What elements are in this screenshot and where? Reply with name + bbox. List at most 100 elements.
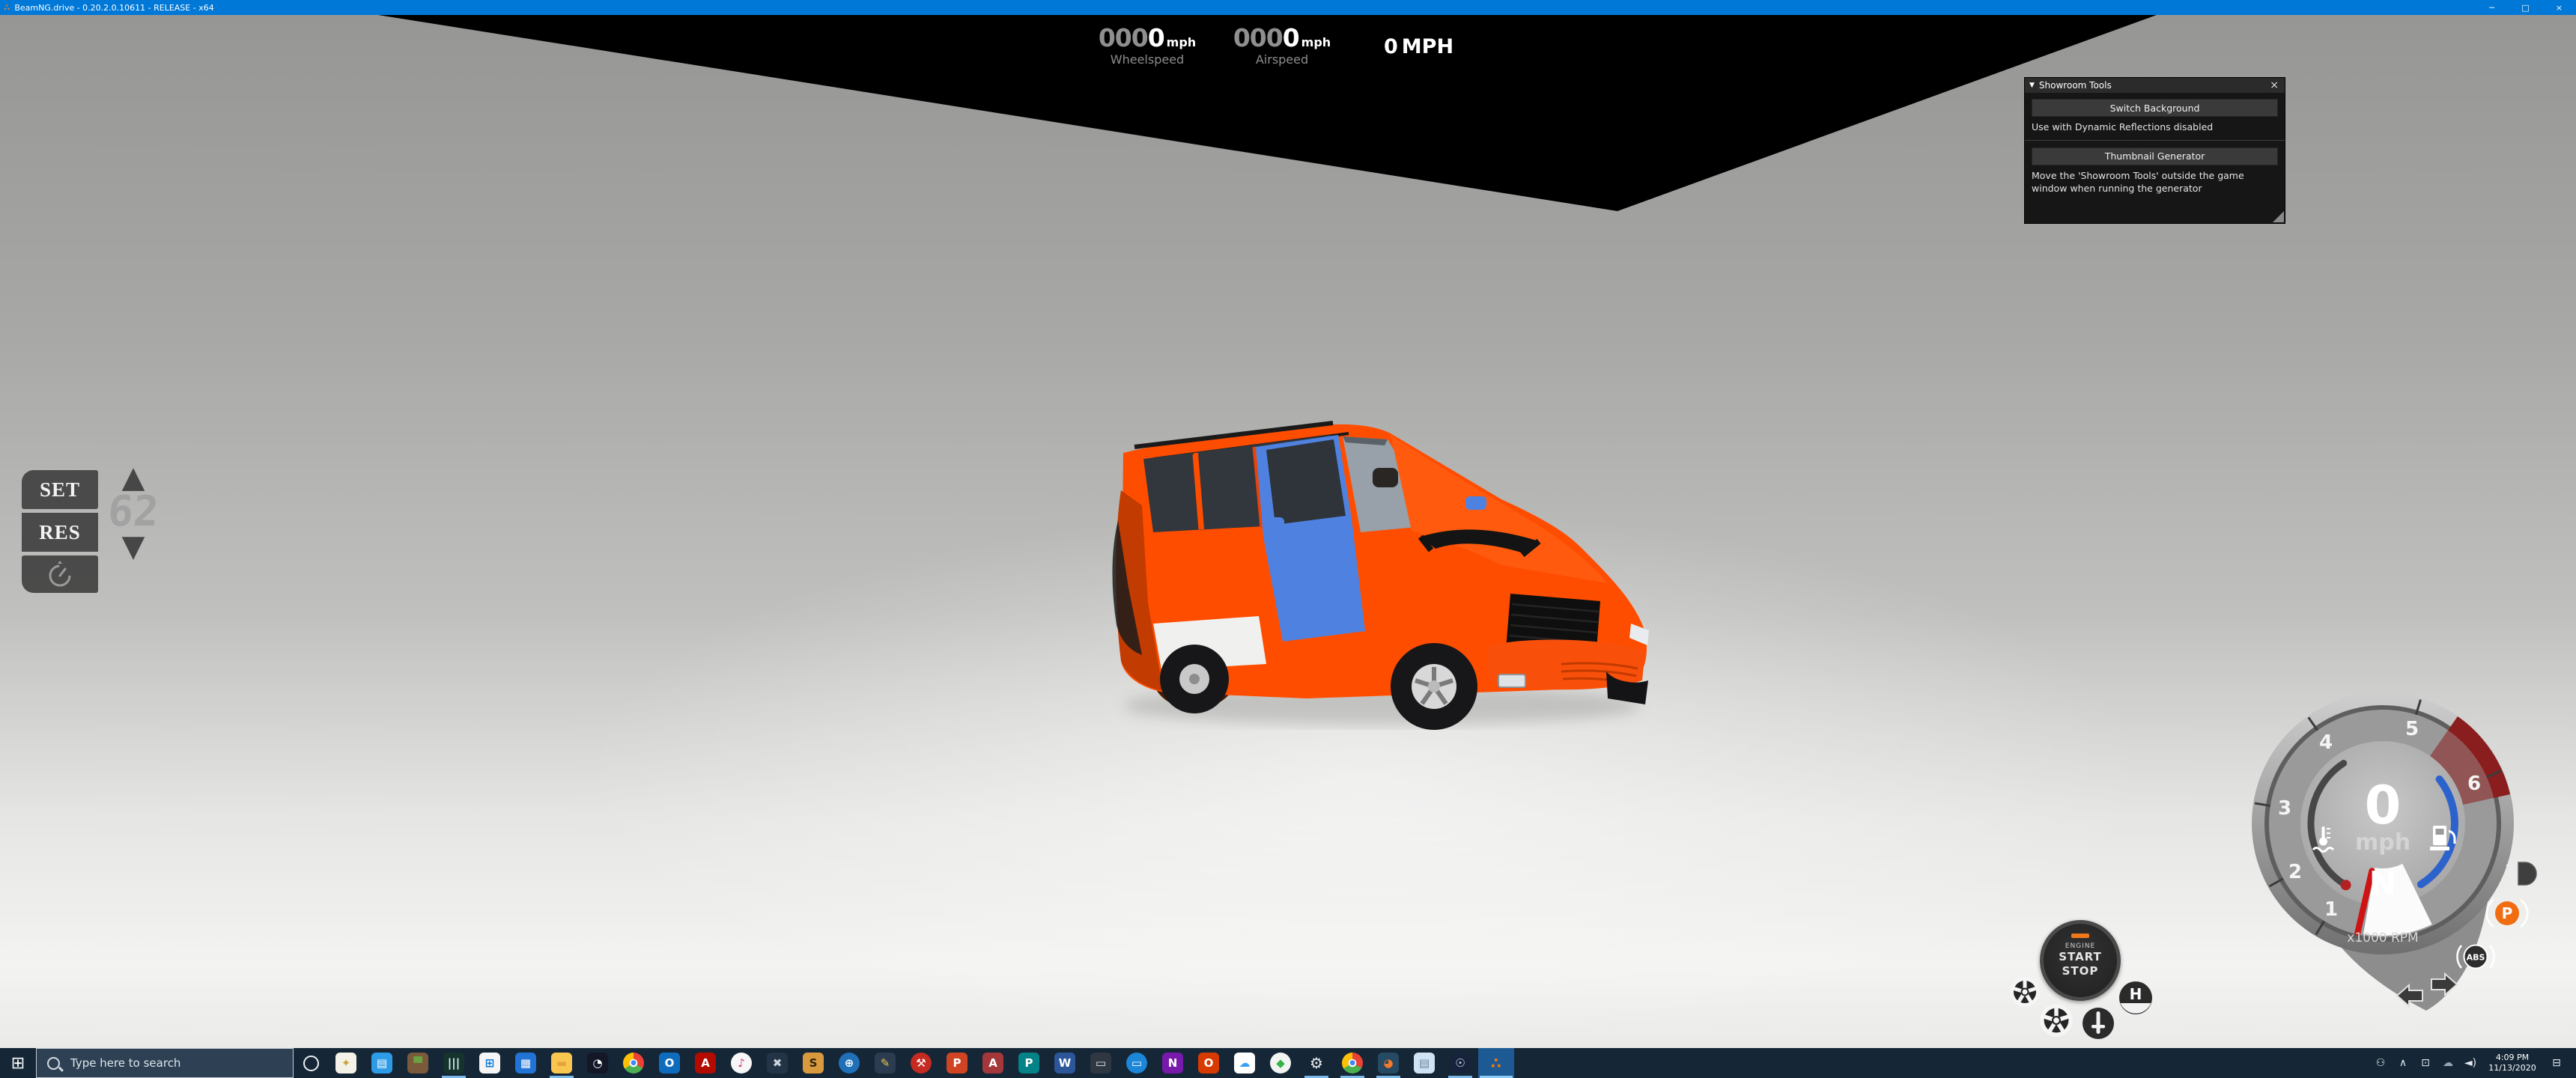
- cruise-speedometer-icon: [45, 559, 75, 589]
- windows-taskbar: ⊞ ✦▤▀|||⊞▦▬◔●OA♪✖S⊕✎⚒PAPW▭▭NO☁◆⚙●◕▤☉∴ ⚇ …: [0, 1048, 2576, 1078]
- itunes-icon: ♪: [731, 1053, 752, 1074]
- onedrive-icon[interactable]: ☁: [2437, 1048, 2459, 1078]
- gauge-speed-value: 0: [2365, 775, 2402, 836]
- cruise-control-cluster: SET RES ▲ 62 ▼: [19, 464, 161, 614]
- beamng-icon[interactable]: ∴: [1478, 1048, 1514, 1078]
- acrobat-icon[interactable]: A: [687, 1048, 723, 1078]
- tray-chevron-icon[interactable]: ∧: [2392, 1048, 2414, 1078]
- remote-desktop-icon[interactable]: ▭: [1119, 1048, 1155, 1078]
- start-button[interactable]: ⊞: [0, 1048, 36, 1078]
- office-icon[interactable]: O: [1191, 1048, 1227, 1078]
- speedtest-icon[interactable]: ◔: [580, 1048, 616, 1078]
- engine-start-stop-button[interactable]: ENGINE START STOP: [2040, 920, 2121, 1001]
- chrome-icon[interactable]: ●: [616, 1048, 651, 1078]
- clock-time: 4:09 PM: [2485, 1053, 2540, 1063]
- h-shifter-button[interactable]: H: [2118, 980, 2154, 1016]
- taskbar-clock[interactable]: 4:09 PM 11/13/2020: [2485, 1053, 2540, 1074]
- showroom-tools-header[interactable]: ▼ Showroom Tools ×: [2025, 78, 2285, 93]
- beamng-window: ∴ BeamNG.drive - 0.20.2.0.10611 - RELEAS…: [0, 0, 2576, 1078]
- sonos-icon[interactable]: S: [795, 1048, 831, 1078]
- utility-app-icon[interactable]: ✦: [328, 1048, 364, 1078]
- microsoft-store-icon[interactable]: ⊞: [472, 1048, 508, 1078]
- itunes-icon[interactable]: ♪: [723, 1048, 759, 1078]
- wheel-button-2[interactable]: [2038, 1002, 2074, 1038]
- tool-app-icon[interactable]: ⚒: [903, 1048, 939, 1078]
- shifter-button[interactable]: [2082, 1007, 2115, 1040]
- close-button[interactable]: ×: [2542, 0, 2576, 15]
- tachometer-gauge: 1 2 3 4 5 6: [2243, 668, 2550, 1035]
- outlook-icon[interactable]: O: [651, 1048, 687, 1078]
- tach-number-5: 5: [2405, 718, 2419, 740]
- volume-icon[interactable]: ◄): [2459, 1048, 2482, 1078]
- switch-background-button[interactable]: Switch Background: [2032, 99, 2278, 117]
- calendar-icon: ▦: [515, 1053, 536, 1074]
- icloud-icon[interactable]: ☁: [1227, 1048, 1263, 1078]
- powerpoint-icon[interactable]: P: [939, 1048, 975, 1078]
- tach-number-6: 6: [2467, 773, 2481, 795]
- wheelspeed-label: Wheelspeed: [1095, 52, 1200, 67]
- search-input[interactable]: [69, 1056, 267, 1071]
- publisher-icon[interactable]: P: [1011, 1048, 1047, 1078]
- zoom-search-icon[interactable]: ⊕: [831, 1048, 867, 1078]
- chrome-profile-icon[interactable]: ●: [1334, 1048, 1370, 1078]
- panel-close-icon[interactable]: ×: [2268, 80, 2280, 91]
- blender-icon: ◕: [1378, 1053, 1399, 1074]
- minecraft-icon[interactable]: ▀: [400, 1048, 436, 1078]
- parking-brake-indicator: P: [2487, 900, 2528, 927]
- remote-desktop-icon: ▭: [1126, 1053, 1147, 1074]
- wheel-button-1[interactable]: [2008, 975, 2041, 1008]
- settings-icon[interactable]: ⚙: [1298, 1048, 1334, 1078]
- search-icon: [47, 1057, 60, 1070]
- panel-divider: [2025, 140, 2285, 141]
- thumbnail-generator-button[interactable]: Thumbnail Generator: [2032, 147, 2278, 165]
- tool-app-icon: ⚒: [911, 1053, 932, 1074]
- wheelspeed-readout: 0000mph Wheelspeed: [1095, 25, 1200, 67]
- notepad-icon[interactable]: ▤: [1406, 1048, 1442, 1078]
- file-explorer-icon[interactable]: ▬: [544, 1048, 580, 1078]
- cruise-set-button[interactable]: SET: [22, 470, 98, 509]
- action-center-icon[interactable]: ⊟: [2543, 1048, 2570, 1078]
- word-icon[interactable]: W: [1047, 1048, 1083, 1078]
- showroom-scene: 0000mph Wheelspeed 0000mph Airspeed 0MPH…: [0, 15, 2576, 1048]
- publisher-icon: P: [1018, 1053, 1039, 1074]
- airspeed-readout: 0000mph Airspeed: [1230, 25, 1334, 67]
- monitor-app-icon: ▭: [1090, 1053, 1111, 1074]
- x-app-icon[interactable]: ✖: [759, 1048, 795, 1078]
- onenote-icon: N: [1162, 1053, 1183, 1074]
- word-icon: W: [1054, 1053, 1075, 1074]
- sonos-icon: S: [803, 1053, 824, 1074]
- airspeed-leading-zeros: 000: [1233, 23, 1283, 52]
- cruise-res-button[interactable]: RES: [22, 513, 98, 552]
- car-right-mirror: [1465, 496, 1486, 510]
- cortana-button[interactable]: [294, 1048, 328, 1078]
- maximize-button[interactable]: □: [2509, 0, 2542, 15]
- audio-app-icon[interactable]: |||: [436, 1048, 472, 1078]
- sims-icon: ◆: [1270, 1053, 1291, 1074]
- car-fog-light: [1498, 674, 1525, 687]
- access-icon: A: [982, 1053, 1003, 1074]
- collapse-icon[interactable]: ▼: [2029, 82, 2035, 89]
- microsoft-store-icon: ⊞: [479, 1053, 500, 1074]
- network-icon[interactable]: ⊡: [2414, 1048, 2437, 1078]
- design-app-icon[interactable]: ✎: [867, 1048, 903, 1078]
- access-icon[interactable]: A: [975, 1048, 1011, 1078]
- display-app-icon: ▤: [371, 1053, 392, 1074]
- blender-icon[interactable]: ◕: [1370, 1048, 1406, 1078]
- engine-button-indicator: [2071, 934, 2089, 938]
- thumbnail-generator-note: Move the 'Showroom Tools' outside the ga…: [2032, 170, 2278, 195]
- sims-icon[interactable]: ◆: [1263, 1048, 1298, 1078]
- monitor-app-icon[interactable]: ▭: [1083, 1048, 1119, 1078]
- system-tray: ⚇ ∧ ⊡ ☁ ◄) 4:09 PM 11/13/2020 ⊟: [2369, 1048, 2576, 1078]
- notepad-icon: ▤: [1414, 1053, 1435, 1074]
- calendar-icon[interactable]: ▦: [508, 1048, 544, 1078]
- steam-icon[interactable]: ☉: [1442, 1048, 1478, 1078]
- minimize-button[interactable]: ─: [2475, 0, 2509, 15]
- people-icon[interactable]: ⚇: [2369, 1048, 2392, 1078]
- cruise-down-arrow[interactable]: ▼: [107, 533, 160, 560]
- taskbar-search[interactable]: [36, 1048, 294, 1078]
- onenote-icon[interactable]: N: [1155, 1048, 1191, 1078]
- panel-resize-handle[interactable]: [2273, 211, 2284, 222]
- cruise-gauge-button[interactable]: [22, 555, 98, 593]
- utility-app-icon: ✦: [335, 1053, 356, 1074]
- display-app-icon[interactable]: ▤: [364, 1048, 400, 1078]
